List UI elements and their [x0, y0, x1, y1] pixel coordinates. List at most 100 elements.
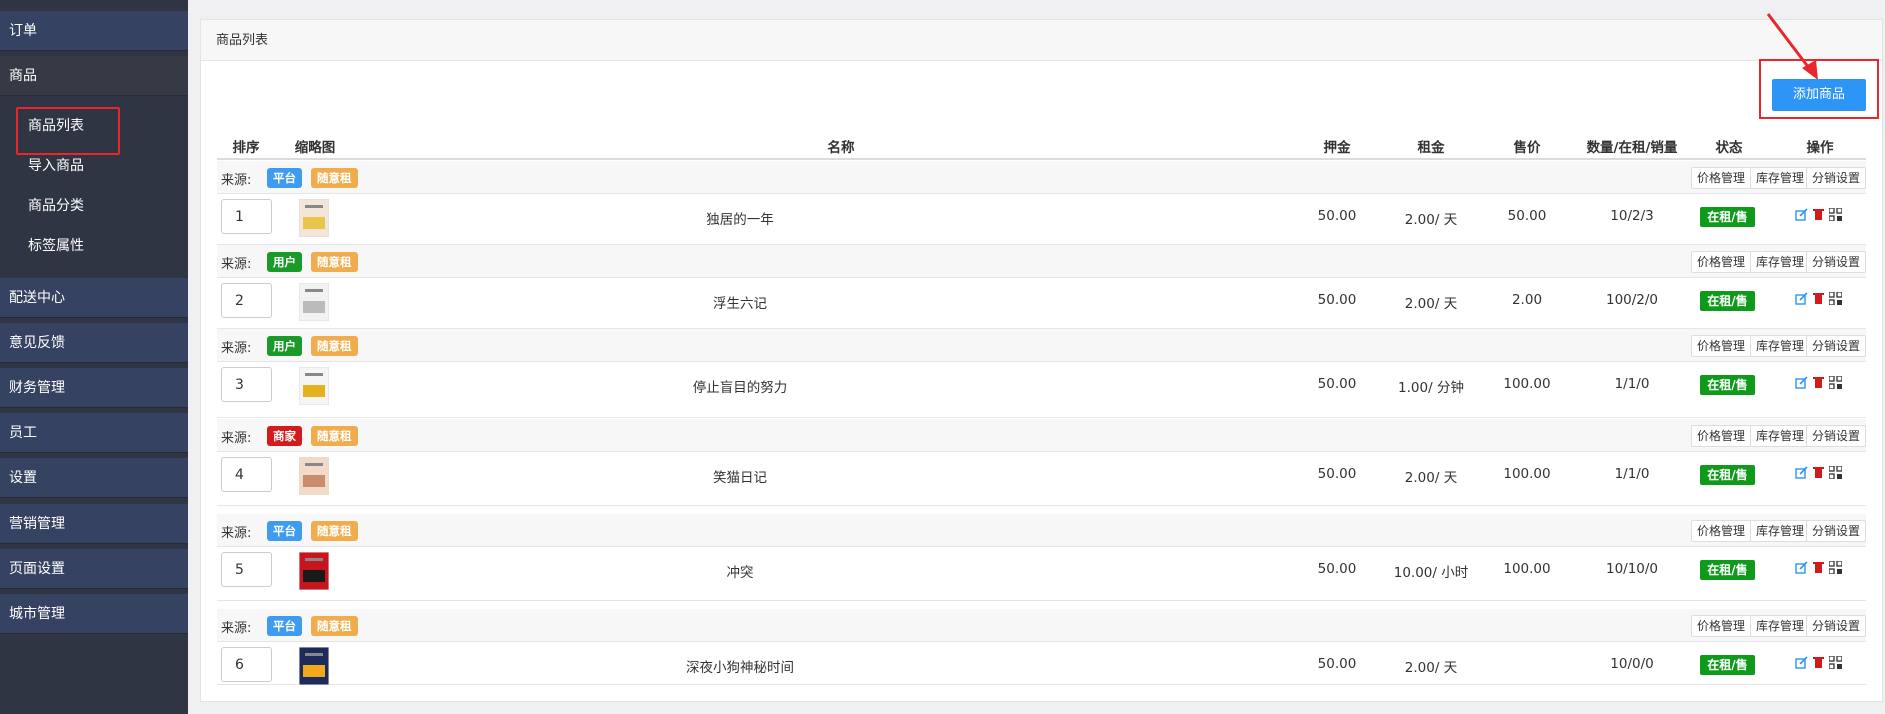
nav-delivery[interactable]: 配送中心	[0, 278, 188, 318]
product-group: 来源: 商家 随意租 价格管理 库存管理 分销设置 笑猫日记 50.00 2.0…	[217, 419, 1866, 506]
price-value: 2.00	[1511, 292, 1543, 308]
qrcode-icon[interactable]	[1829, 561, 1842, 574]
nav-finance[interactable]: 财务管理	[0, 368, 188, 408]
sort-input[interactable]	[221, 283, 272, 318]
source-tag: 平台	[267, 521, 302, 541]
sort-input[interactable]	[221, 457, 272, 492]
price-manage-button[interactable]: 价格管理	[1690, 167, 1751, 189]
qrcode-icon[interactable]	[1829, 656, 1842, 669]
sort-input[interactable]	[221, 199, 272, 234]
nav-orders[interactable]: 订单	[0, 11, 188, 51]
source-row: 来源: 平台 随意租 价格管理 库存管理 分销设置	[217, 609, 1866, 642]
sub-item-tag-attributes[interactable]: 标签属性	[0, 226, 188, 266]
source-label: 来源:	[221, 431, 252, 446]
sub-item-categories[interactable]: 商品分类	[0, 186, 188, 226]
sort-input[interactable]	[221, 552, 272, 587]
deposit-value: 50.00	[1317, 656, 1357, 672]
qrcode-icon[interactable]	[1829, 376, 1842, 389]
delete-icon[interactable]	[1812, 208, 1825, 221]
qty-value: 10/10/0	[1605, 561, 1659, 577]
header-deposit: 押金	[1323, 140, 1351, 156]
stock-manage-button[interactable]: 库存管理	[1749, 251, 1810, 273]
nav-city[interactable]: 城市管理	[0, 594, 188, 634]
sub-item-product-list[interactable]: 商品列表	[0, 106, 188, 155]
product-submenu: 商品列表 导入商品 商品分类 标签属性	[0, 96, 188, 276]
distribution-settings-button[interactable]: 分销设置	[1805, 251, 1866, 273]
qrcode-icon[interactable]	[1829, 292, 1842, 305]
product-name: 冲突	[726, 565, 754, 581]
nav-feedback[interactable]: 意见反馈	[0, 323, 188, 363]
product-thumbnail	[299, 457, 329, 495]
rent-value: 2.00/ 天	[1404, 660, 1458, 676]
price-manage-button[interactable]: 价格管理	[1690, 520, 1751, 542]
distribution-settings-button[interactable]: 分销设置	[1805, 167, 1866, 189]
nav-products[interactable]: 商品	[0, 56, 188, 96]
status-badge[interactable]: 在租/售	[1700, 375, 1755, 395]
sub-item-import-products[interactable]: 导入商品	[0, 146, 188, 186]
rent-value: 2.00/ 天	[1404, 470, 1458, 486]
product-thumbnail	[299, 199, 329, 237]
product-thumbnail	[299, 647, 329, 685]
status-badge[interactable]: 在租/售	[1700, 465, 1755, 485]
product-name: 浮生六记	[713, 296, 767, 312]
qrcode-icon[interactable]	[1829, 466, 1842, 479]
price-manage-button[interactable]: 价格管理	[1690, 335, 1751, 357]
status-badge[interactable]: 在租/售	[1700, 560, 1755, 580]
source-row: 来源: 平台 随意租 价格管理 库存管理 分销设置	[217, 161, 1866, 194]
distribution-settings-button[interactable]: 分销设置	[1805, 520, 1866, 542]
price-manage-button[interactable]: 价格管理	[1690, 251, 1751, 273]
delete-icon[interactable]	[1812, 466, 1825, 479]
nav-staff[interactable]: 员工	[0, 413, 188, 453]
nav-marketing[interactable]: 营销管理	[0, 504, 188, 544]
deposit-value: 50.00	[1317, 376, 1357, 392]
product-list-panel: 商品列表 添加商品 排序 缩略图 名称 押金 租金 售价 数量/在租/销量 状态…	[200, 13, 1883, 702]
sidebar: 订单 商品 商品列表 导入商品 商品分类 标签属性 配送中心 意见反馈 财务管理…	[0, 0, 188, 714]
price-value: 100.00	[1503, 376, 1551, 392]
source-row: 来源: 商家 随意租 价格管理 库存管理 分销设置	[217, 419, 1866, 452]
qrcode-icon[interactable]	[1829, 208, 1842, 221]
panel-title: 商品列表	[201, 20, 1882, 61]
edit-icon[interactable]	[1795, 561, 1808, 574]
status-badge[interactable]: 在租/售	[1700, 655, 1755, 675]
qty-value: 1/1/0	[1614, 466, 1650, 482]
sort-input[interactable]	[221, 367, 272, 402]
product-group: 来源: 平台 随意租 价格管理 库存管理 分销设置 冲突 50.00 10.00…	[217, 514, 1866, 601]
edit-icon[interactable]	[1795, 466, 1808, 479]
source-tag: 用户	[267, 336, 302, 356]
table-header: 排序 缩略图 名称 押金 租金 售价 数量/在租/销量 状态 操作	[217, 119, 1866, 160]
stock-manage-button[interactable]: 库存管理	[1749, 425, 1810, 447]
delete-icon[interactable]	[1812, 292, 1825, 305]
stock-manage-button[interactable]: 库存管理	[1749, 335, 1810, 357]
rent-mode-tag: 随意租	[311, 426, 358, 446]
product-group: 来源: 平台 随意租 价格管理 库存管理 分销设置 独居的一年 50.00 2.…	[217, 161, 1866, 245]
nav-settings[interactable]: 设置	[0, 458, 188, 498]
add-product-button[interactable]: 添加商品	[1772, 79, 1866, 111]
delete-icon[interactable]	[1812, 376, 1825, 389]
status-badge[interactable]: 在租/售	[1700, 291, 1755, 311]
sort-input[interactable]	[221, 647, 272, 682]
header-sort[interactable]: 排序	[233, 136, 260, 156]
stock-manage-button[interactable]: 库存管理	[1749, 520, 1810, 542]
stock-manage-button[interactable]: 库存管理	[1749, 615, 1810, 637]
edit-icon[interactable]	[1795, 376, 1808, 389]
delete-icon[interactable]	[1812, 561, 1825, 574]
stock-manage-button[interactable]: 库存管理	[1749, 167, 1810, 189]
deposit-value: 50.00	[1317, 208, 1357, 224]
distribution-settings-button[interactable]: 分销设置	[1805, 335, 1866, 357]
edit-icon[interactable]	[1795, 292, 1808, 305]
nav-page-settings[interactable]: 页面设置	[0, 549, 188, 589]
price-manage-button[interactable]: 价格管理	[1690, 425, 1751, 447]
edit-icon[interactable]	[1795, 208, 1808, 221]
qty-value: 100/2/0	[1605, 292, 1659, 308]
distribution-settings-button[interactable]: 分销设置	[1805, 615, 1866, 637]
source-label: 来源:	[221, 621, 252, 636]
row-actions	[1795, 656, 1845, 670]
source-tag: 平台	[267, 616, 302, 636]
price-manage-button[interactable]: 价格管理	[1690, 615, 1751, 637]
status-badge[interactable]: 在租/售	[1700, 207, 1755, 227]
edit-icon[interactable]	[1795, 656, 1808, 669]
distribution-settings-button[interactable]: 分销设置	[1805, 425, 1866, 447]
price-value: 100.00	[1503, 466, 1551, 482]
source-label: 来源:	[221, 257, 252, 272]
delete-icon[interactable]	[1812, 656, 1825, 669]
